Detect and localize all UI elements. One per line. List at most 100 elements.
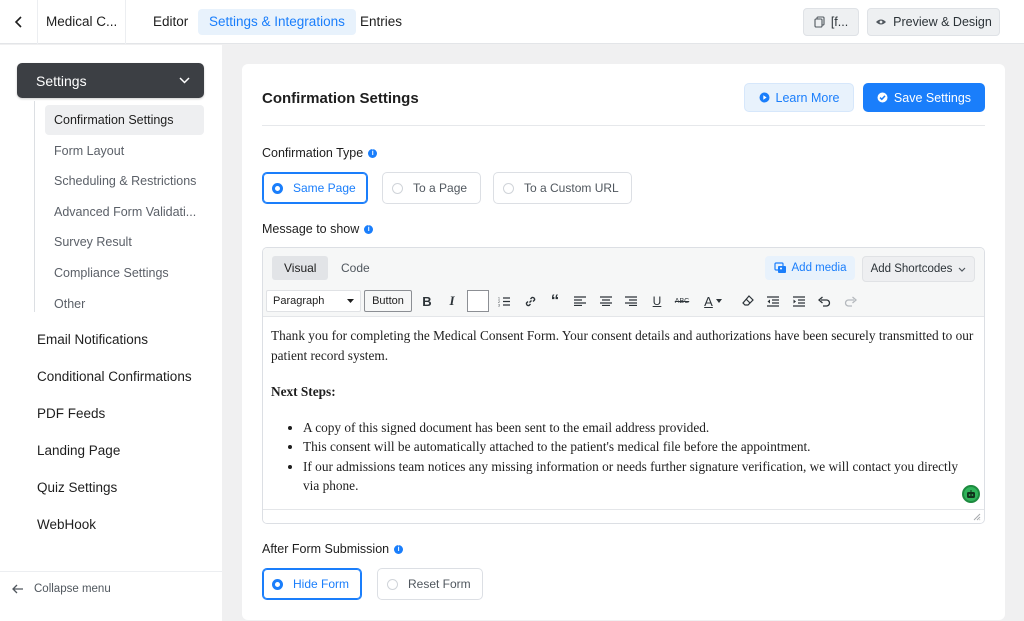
align-left-icon[interactable]: [570, 291, 590, 311]
radio-unselected-icon: [392, 182, 403, 194]
sidebar-settings-toggle[interactable]: Settings: [17, 63, 204, 98]
align-center-icon[interactable]: [596, 291, 616, 311]
copy-icon: [814, 16, 825, 28]
eye-icon: [876, 19, 887, 25]
radio-to-a-page[interactable]: To a Page: [382, 172, 481, 204]
caret-down-icon: [347, 299, 354, 303]
radio-unselected-icon: [503, 182, 514, 194]
chevron-down-icon: [958, 267, 966, 272]
add-shortcodes-dropdown[interactable]: Add Shortcodes: [862, 256, 975, 282]
submenu-guide-line: [34, 101, 35, 312]
arrow-left-icon: [12, 584, 23, 593]
message-intro: Thank you for completing the Medical Con…: [271, 328, 974, 363]
sidebar-item-advanced-validation[interactable]: Advanced Form Validati...: [45, 197, 204, 227]
editor-tab-visual[interactable]: Visual: [272, 256, 329, 280]
sidebar-item-compliance-settings[interactable]: Compliance Settings: [45, 258, 204, 288]
sidebar-item-pdf-feeds[interactable]: PDF Feeds: [37, 406, 105, 421]
add-media-button[interactable]: Add media: [765, 256, 855, 280]
preview-design-label: Preview & Design: [893, 15, 992, 29]
chevron-down-icon: [179, 77, 190, 84]
collapse-menu-label: Collapse menu: [34, 582, 111, 595]
radio-selected-icon: [272, 578, 283, 590]
after-submission-label: After Form Submission i: [262, 542, 404, 556]
radio-reset-form-label: Reset Form: [408, 577, 471, 591]
link-icon[interactable]: [520, 291, 540, 311]
chevron-left-icon: [14, 16, 22, 28]
radio-custom-url[interactable]: To a Custom URL: [493, 172, 632, 204]
preview-design-button[interactable]: Preview & Design: [867, 8, 1000, 36]
list-item: A copy of this signed document has been …: [303, 418, 976, 438]
settings-sidebar: Settings Confirmation Settings Form Layo…: [0, 45, 222, 621]
learn-more-button[interactable]: Learn More: [744, 83, 854, 112]
radio-custom-url-label: To a Custom URL: [524, 181, 619, 195]
after-submission-text: After Form Submission: [262, 542, 390, 556]
list-item: If our admissions team notices any missi…: [303, 457, 976, 496]
save-settings-button[interactable]: Save Settings: [863, 83, 985, 112]
header-divider: [262, 125, 985, 126]
form-title: Medical C...: [46, 0, 126, 44]
message-label-text: Message to show: [262, 222, 360, 236]
align-right-icon[interactable]: [621, 291, 641, 311]
bold-icon[interactable]: B: [417, 291, 437, 311]
message-label: Message to show i: [262, 222, 374, 236]
learn-more-label: Learn More: [775, 90, 840, 105]
shortcode-copy-button[interactable]: [f...: [803, 8, 859, 36]
editor-tab-code[interactable]: Code: [329, 256, 382, 280]
info-icon[interactable]: i: [368, 148, 378, 158]
media-icon: [773, 262, 786, 273]
format-select-value: Paragraph: [273, 295, 325, 307]
radio-unselected-icon: [387, 578, 398, 590]
sidebar-item-scheduling-restrictions[interactable]: Scheduling & Restrictions: [45, 166, 204, 196]
list-item: This consent will be automatically attac…: [303, 437, 976, 457]
confirmation-type-text: Confirmation Type: [262, 146, 364, 160]
sidebar-item-webhook[interactable]: WebHook: [37, 517, 96, 532]
message-editor: Visual Code Add media Add Shortcodes Par…: [262, 247, 985, 524]
info-icon[interactable]: i: [364, 224, 374, 234]
radio-hide-form[interactable]: Hide Form: [262, 568, 362, 600]
insert-button-tool[interactable]: Button: [364, 290, 412, 312]
sidebar-item-other[interactable]: Other: [45, 289, 204, 319]
text-background-color-box[interactable]: [467, 290, 489, 312]
sidebar-item-quiz-settings[interactable]: Quiz Settings: [37, 480, 117, 495]
tab-settings-integrations[interactable]: Settings & Integrations: [198, 9, 356, 35]
sidebar-item-conditional-confirmations[interactable]: Conditional Confirmations: [37, 369, 192, 384]
format-select[interactable]: Paragraph: [266, 290, 361, 312]
ordered-list-icon[interactable]: 123: [494, 291, 514, 311]
underline-icon[interactable]: U: [647, 291, 667, 311]
message-heading: Next Steps:: [271, 384, 336, 399]
resize-grip-icon[interactable]: [973, 513, 981, 521]
sidebar-item-landing-page[interactable]: Landing Page: [37, 443, 120, 458]
indent-icon[interactable]: [789, 291, 809, 311]
clear-formatting-icon[interactable]: [738, 291, 758, 311]
message-bullet-list: A copy of this signed document has been …: [271, 418, 976, 496]
add-media-label: Add media: [791, 262, 847, 274]
redo-icon[interactable]: [840, 291, 860, 311]
shortcode-text: [f...: [830, 15, 849, 29]
editor-toolbar: Paragraph Button B I 123 “ U ABC A: [263, 286, 984, 317]
sidebar-item-confirmation-settings[interactable]: Confirmation Settings: [45, 105, 204, 135]
back-button[interactable]: [0, 0, 38, 44]
text-color-icon[interactable]: A: [698, 291, 728, 311]
outdent-icon[interactable]: [763, 291, 783, 311]
italic-icon[interactable]: I: [442, 291, 462, 311]
page-title: Confirmation Settings: [262, 90, 419, 107]
sidebar-item-survey-result[interactable]: Survey Result: [45, 227, 204, 257]
radio-reset-form[interactable]: Reset Form: [377, 568, 483, 600]
sidebar-item-email-notifications[interactable]: Email Notifications: [37, 332, 148, 347]
radio-same-page[interactable]: Same Page: [262, 172, 368, 204]
blockquote-icon[interactable]: “: [545, 291, 565, 311]
tab-entries[interactable]: Entries: [349, 9, 413, 35]
play-circle-icon: [759, 92, 770, 103]
tab-editor[interactable]: Editor: [142, 9, 199, 35]
confirmation-type-label: Confirmation Type i: [262, 146, 378, 160]
editor-status-bar: [263, 509, 984, 523]
grammar-assistant-icon[interactable]: [962, 485, 980, 503]
undo-icon[interactable]: [814, 291, 834, 311]
collapse-menu-button[interactable]: Collapse menu: [0, 571, 222, 605]
add-shortcodes-label: Add Shortcodes: [870, 263, 953, 275]
radio-selected-icon: [272, 182, 283, 194]
editor-content[interactable]: Thank you for completing the Medical Con…: [263, 318, 984, 508]
strikethrough-icon[interactable]: ABC: [672, 291, 692, 311]
sidebar-item-form-layout[interactable]: Form Layout: [45, 136, 204, 166]
info-icon[interactable]: i: [394, 544, 404, 554]
